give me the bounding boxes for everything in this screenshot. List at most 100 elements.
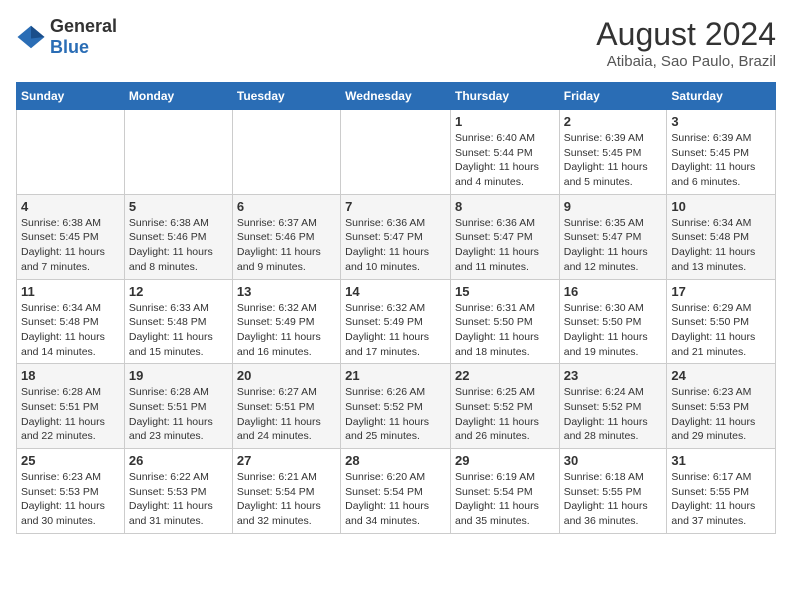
- day-number: 22: [455, 368, 555, 383]
- calendar-cell: 21 Sunrise: 6:26 AMSunset: 5:52 PMDayligh…: [341, 364, 451, 449]
- logo-blue: Blue: [50, 37, 89, 57]
- calendar-cell: 10 Sunrise: 6:34 AMSunset: 5:48 PMDayligh…: [667, 194, 776, 279]
- calendar-cell: 13 Sunrise: 6:32 AMSunset: 5:49 PMDayligh…: [232, 279, 340, 364]
- day-number: 25: [21, 453, 120, 468]
- day-number: 19: [129, 368, 228, 383]
- day-info: Sunrise: 6:38 AMSunset: 5:46 PMDaylight:…: [129, 216, 228, 275]
- day-number: 31: [671, 453, 771, 468]
- calendar-cell: 11 Sunrise: 6:34 AMSunset: 5:48 PMDayligh…: [17, 279, 125, 364]
- day-info: Sunrise: 6:39 AMSunset: 5:45 PMDaylight:…: [671, 131, 771, 190]
- day-info: Sunrise: 6:36 AMSunset: 5:47 PMDaylight:…: [455, 216, 555, 275]
- day-number: 9: [564, 199, 663, 214]
- day-info: Sunrise: 6:28 AMSunset: 5:51 PMDaylight:…: [129, 385, 228, 444]
- header-day: Saturday: [667, 83, 776, 110]
- day-info: Sunrise: 6:32 AMSunset: 5:49 PMDaylight:…: [237, 301, 336, 360]
- calendar-cell: 1 Sunrise: 6:40 AMSunset: 5:44 PMDaylight…: [450, 110, 559, 195]
- day-number: 27: [237, 453, 336, 468]
- day-number: 26: [129, 453, 228, 468]
- calendar-table: SundayMondayTuesdayWednesdayThursdayFrid…: [16, 82, 776, 534]
- day-number: 1: [455, 114, 555, 129]
- calendar-cell: 18Sunrise: 6:28 AMSunset: 5:51 PMDayligh…: [17, 364, 125, 449]
- day-info: Sunrise: 6:23 AMSunset: 5:53 PMDaylight:…: [21, 470, 120, 529]
- day-info: Sunrise: 6:24 AMSunset: 5:52 PMDaylight:…: [564, 385, 663, 444]
- calendar-cell: 24 Sunrise: 6:23 AMSunset: 5:53 PMDayligh…: [667, 364, 776, 449]
- calendar-cell: 3Sunrise: 6:39 AMSunset: 5:45 PMDaylight…: [667, 110, 776, 195]
- day-info: Sunrise: 6:22 AMSunset: 5:53 PMDaylight:…: [129, 470, 228, 529]
- title-block: August 2024 Atibaia, Sao Paulo, Brazil: [596, 16, 776, 70]
- day-info: Sunrise: 6:31 AMSunset: 5:50 PMDaylight:…: [455, 301, 555, 360]
- day-info: Sunrise: 6:20 AMSunset: 5:54 PMDaylight:…: [345, 470, 446, 529]
- header-day: Monday: [124, 83, 232, 110]
- calendar-week-row: 4Sunrise: 6:38 AMSunset: 5:45 PMDaylight…: [17, 194, 776, 279]
- day-info: Sunrise: 6:26 AMSunset: 5:52 PMDaylight:…: [345, 385, 446, 444]
- header-day: Wednesday: [341, 83, 451, 110]
- day-number: 11: [21, 284, 120, 299]
- calendar-cell: [124, 110, 232, 195]
- day-info: Sunrise: 6:32 AMSunset: 5:49 PMDaylight:…: [345, 301, 446, 360]
- day-info: Sunrise: 6:30 AMSunset: 5:50 PMDaylight:…: [564, 301, 663, 360]
- day-number: 2: [564, 114, 663, 129]
- calendar-cell: 17 Sunrise: 6:29 AMSunset: 5:50 PMDayligh…: [667, 279, 776, 364]
- day-number: 20: [237, 368, 336, 383]
- day-info: Sunrise: 6:29 AMSunset: 5:50 PMDaylight:…: [671, 301, 771, 360]
- header-day: Sunday: [17, 83, 125, 110]
- day-info: Sunrise: 6:28 AMSunset: 5:51 PMDaylight:…: [21, 385, 120, 444]
- calendar-week-row: 11 Sunrise: 6:34 AMSunset: 5:48 PMDayligh…: [17, 279, 776, 364]
- logo-general: General: [50, 16, 117, 36]
- calendar-cell: 28 Sunrise: 6:20 AMSunset: 5:54 PMDayligh…: [341, 449, 451, 534]
- day-info: Sunrise: 6:17 AMSunset: 5:55 PMDaylight:…: [671, 470, 771, 529]
- day-info: Sunrise: 6:25 AMSunset: 5:52 PMDaylight:…: [455, 385, 555, 444]
- calendar-body: 1 Sunrise: 6:40 AMSunset: 5:44 PMDaylight…: [17, 110, 776, 534]
- calendar-cell: 15 Sunrise: 6:31 AMSunset: 5:50 PMDayligh…: [450, 279, 559, 364]
- calendar-week-row: 1 Sunrise: 6:40 AMSunset: 5:44 PMDaylight…: [17, 110, 776, 195]
- day-info: Sunrise: 6:34 AMSunset: 5:48 PMDaylight:…: [671, 216, 771, 275]
- calendar-week-row: 18Sunrise: 6:28 AMSunset: 5:51 PMDayligh…: [17, 364, 776, 449]
- calendar-cell: [341, 110, 451, 195]
- calendar-cell: 9Sunrise: 6:35 AMSunset: 5:47 PMDaylight…: [559, 194, 667, 279]
- day-number: 28: [345, 453, 446, 468]
- day-number: 21: [345, 368, 446, 383]
- day-number: 15: [455, 284, 555, 299]
- calendar-cell: 29 Sunrise: 6:19 AMSunset: 5:54 PMDayligh…: [450, 449, 559, 534]
- day-info: Sunrise: 6:33 AMSunset: 5:48 PMDaylight:…: [129, 301, 228, 360]
- calendar-cell: 4Sunrise: 6:38 AMSunset: 5:45 PMDaylight…: [17, 194, 125, 279]
- calendar-cell: 14 Sunrise: 6:32 AMSunset: 5:49 PMDayligh…: [341, 279, 451, 364]
- day-number: 12: [129, 284, 228, 299]
- day-number: 5: [129, 199, 228, 214]
- day-number: 8: [455, 199, 555, 214]
- day-info: Sunrise: 6:34 AMSunset: 5:48 PMDaylight:…: [21, 301, 120, 360]
- day-number: 13: [237, 284, 336, 299]
- calendar-cell: [232, 110, 340, 195]
- day-info: Sunrise: 6:40 AMSunset: 5:44 PMDaylight:…: [455, 131, 555, 190]
- day-number: 29: [455, 453, 555, 468]
- logo-icon: [16, 22, 46, 52]
- header-day: Thursday: [450, 83, 559, 110]
- calendar-cell: 22 Sunrise: 6:25 AMSunset: 5:52 PMDayligh…: [450, 364, 559, 449]
- day-info: Sunrise: 6:37 AMSunset: 5:46 PMDaylight:…: [237, 216, 336, 275]
- calendar-cell: 25 Sunrise: 6:23 AMSunset: 5:53 PMDayligh…: [17, 449, 125, 534]
- day-info: Sunrise: 6:38 AMSunset: 5:45 PMDaylight:…: [21, 216, 120, 275]
- calendar-cell: 7 Sunrise: 6:36 AMSunset: 5:47 PMDaylight…: [341, 194, 451, 279]
- logo: General Blue: [16, 16, 117, 58]
- calendar-cell: 12 Sunrise: 6:33 AMSunset: 5:48 PMDayligh…: [124, 279, 232, 364]
- day-number: 14: [345, 284, 446, 299]
- day-number: 7: [345, 199, 446, 214]
- day-info: Sunrise: 6:36 AMSunset: 5:47 PMDaylight:…: [345, 216, 446, 275]
- day-number: 24: [671, 368, 771, 383]
- calendar-cell: [17, 110, 125, 195]
- day-info: Sunrise: 6:23 AMSunset: 5:53 PMDaylight:…: [671, 385, 771, 444]
- calendar-cell: 23Sunrise: 6:24 AMSunset: 5:52 PMDayligh…: [559, 364, 667, 449]
- day-number: 6: [237, 199, 336, 214]
- calendar-cell: 30Sunrise: 6:18 AMSunset: 5:55 PMDayligh…: [559, 449, 667, 534]
- calendar-cell: 16 Sunrise: 6:30 AMSunset: 5:50 PMDayligh…: [559, 279, 667, 364]
- header: General Blue August 2024 Atibaia, Sao Pa…: [16, 16, 776, 70]
- calendar-cell: 8 Sunrise: 6:36 AMSunset: 5:47 PMDaylight…: [450, 194, 559, 279]
- day-number: 10: [671, 199, 771, 214]
- day-number: 17: [671, 284, 771, 299]
- header-day: Tuesday: [232, 83, 340, 110]
- day-info: Sunrise: 6:19 AMSunset: 5:54 PMDaylight:…: [455, 470, 555, 529]
- header-day: Friday: [559, 83, 667, 110]
- day-number: 16: [564, 284, 663, 299]
- calendar-cell: 6 Sunrise: 6:37 AMSunset: 5:46 PMDaylight…: [232, 194, 340, 279]
- calendar-cell: 19 Sunrise: 6:28 AMSunset: 5:51 PMDayligh…: [124, 364, 232, 449]
